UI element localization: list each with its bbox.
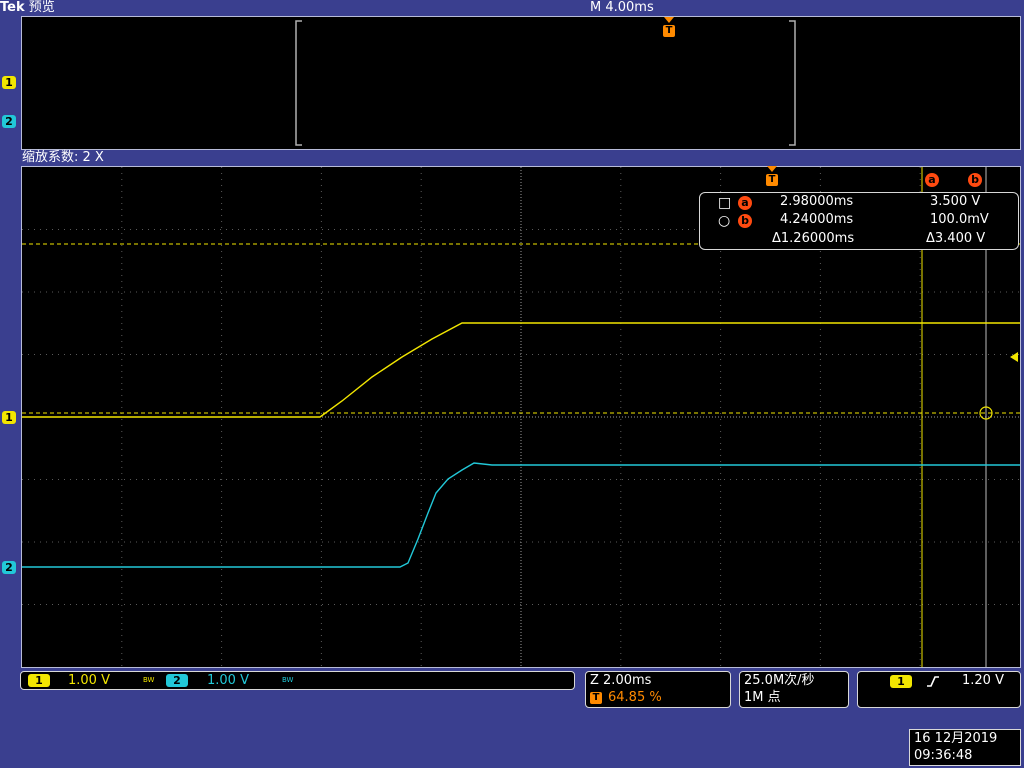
ch2-ground-marker[interactable]: 2 — [2, 561, 16, 574]
datetime-box: 16 12月2019 09:36:48 — [909, 729, 1021, 766]
cursor-a-symbol: □ — [718, 195, 732, 211]
cursor-a-marker[interactable]: a — [925, 173, 939, 187]
overview-panel[interactable]: T — [21, 16, 1021, 150]
ch1-bandwidth-limit-icon: BW — [143, 676, 155, 684]
trigger-level[interactable]: 1.20 V — [962, 673, 1004, 689]
ch1-waveform — [22, 322, 1020, 418]
cursor-delta-value: Δ3.400 V — [926, 231, 986, 246]
zoom-timebase-box[interactable]: Z 2.00ms T 64.85 % — [585, 671, 731, 708]
main-trigger-marker[interactable]: T — [766, 174, 778, 186]
trigger-settings-box[interactable]: 1 1.20 V — [857, 671, 1021, 708]
acquisition-box[interactable]: 25.0M次/秒 1M 点 — [739, 671, 849, 708]
overview-window-bracket — [295, 20, 796, 146]
rising-edge-icon — [927, 676, 939, 687]
overview-trigger-marker[interactable]: T — [663, 25, 675, 37]
ch2-scale-badge[interactable]: 2 — [166, 674, 188, 687]
main-trigger-arrow-icon — [767, 166, 777, 172]
date-label: 16 12月2019 — [914, 731, 998, 746]
cursor-b-value: 100.0mV — [930, 212, 989, 227]
cursor-a-time: 2.98000ms — [780, 194, 854, 209]
time-label: 09:36:48 — [914, 748, 973, 763]
sample-rate[interactable]: 25.0M次/秒 — [744, 673, 815, 689]
mode-label: 预览 — [28, 0, 55, 15]
overview-ch2-marker[interactable]: 2 — [2, 115, 16, 128]
ch2-bandwidth-limit-icon: BW — [282, 676, 294, 684]
cursor-a-icon: a — [738, 196, 752, 210]
timebase-label: M 4.00ms — [590, 0, 654, 15]
overview-trigger-arrow-icon — [664, 17, 674, 23]
header: Tek 预览 — [0, 0, 55, 16]
cursor-a-value: 3.500 V — [930, 194, 981, 209]
zoom-scale[interactable]: Z 2.00ms — [590, 673, 651, 689]
ch2-scale[interactable]: 1.00 V — [207, 673, 249, 689]
cursor-delta-time: Δ1.26000ms — [772, 231, 855, 246]
ch1-scale-badge[interactable]: 1 — [28, 674, 50, 687]
trigger-position-marker: T — [590, 692, 602, 704]
trigger-level-arrow-icon — [1010, 352, 1018, 362]
channel-scale-bar[interactable]: 1 1.00 V BW 2 1.00 V BW — [20, 671, 575, 690]
brand-logo: Tek — [0, 0, 25, 15]
ch1-scale[interactable]: 1.00 V — [68, 673, 110, 689]
trigger-position[interactable]: 64.85 % — [608, 690, 662, 706]
zoom-factor-label: 缩放系数: 2 X — [22, 150, 104, 165]
record-length[interactable]: 1M 点 — [744, 690, 781, 706]
ch1-ground-marker[interactable]: 1 — [2, 411, 16, 424]
trigger-source-badge[interactable]: 1 — [890, 675, 912, 688]
overview-ch1-marker[interactable]: 1 — [2, 76, 16, 89]
cursor-b-icon: b — [738, 214, 752, 228]
cursor-b-marker[interactable]: b — [968, 173, 982, 187]
cursor-b-time: 4.24000ms — [780, 212, 854, 227]
cursor-b-symbol: ○ — [718, 213, 731, 229]
cursor-readout-box: □ a 2.98000ms 3.500 V ○ b 4.24000ms 100.… — [699, 192, 1019, 250]
